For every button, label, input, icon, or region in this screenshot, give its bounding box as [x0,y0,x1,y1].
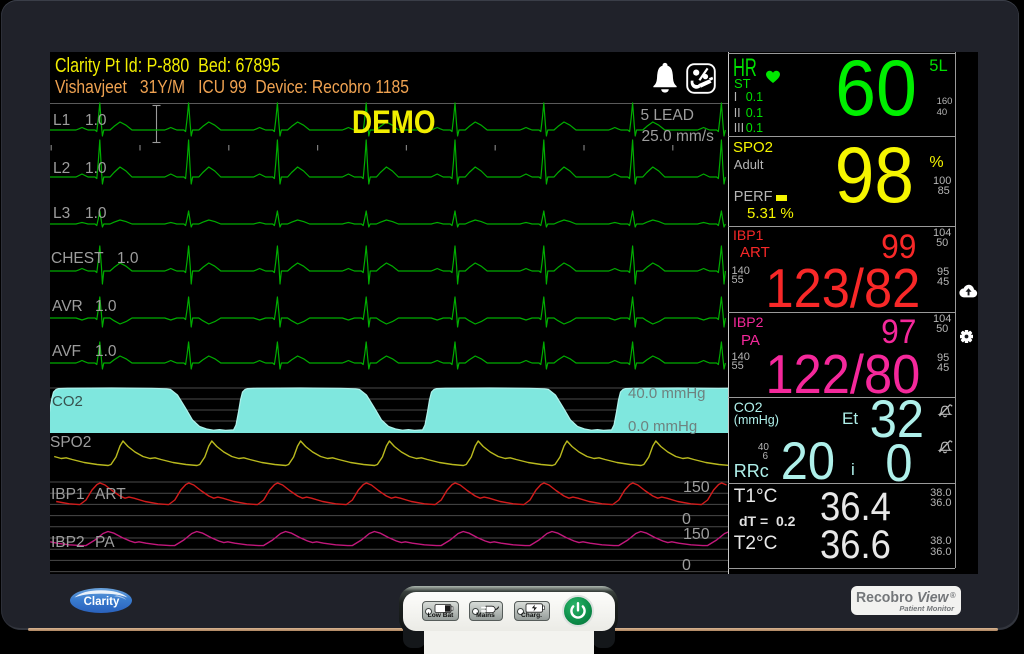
svg-text:Clarity: Clarity [84,596,120,608]
